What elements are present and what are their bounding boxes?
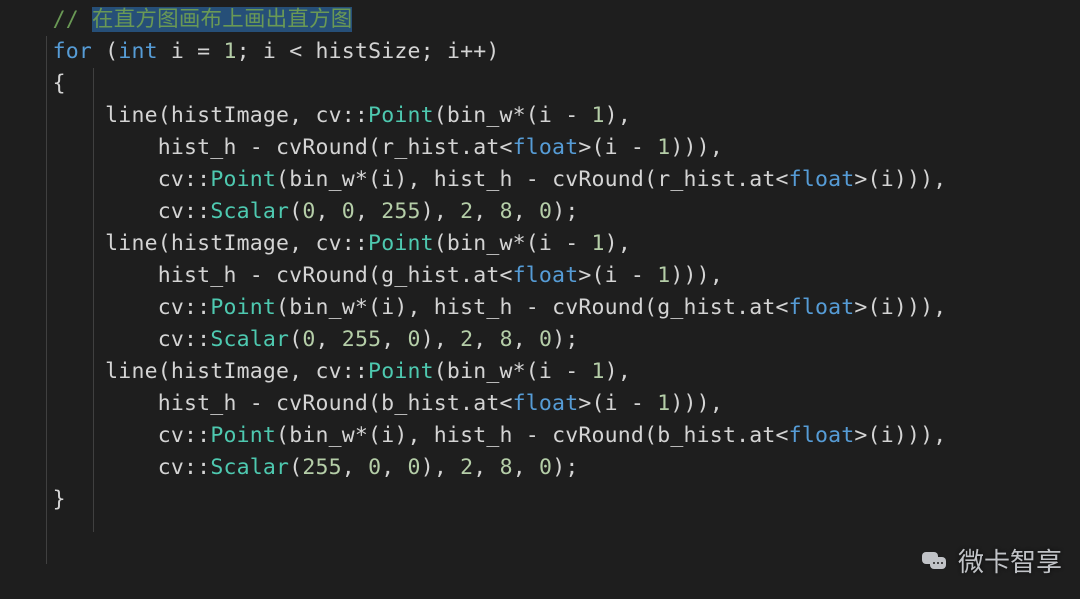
watermark-text: 微卡智享: [958, 542, 1062, 579]
code-block: // 在直方图画布上画出直方图 for (int i = 1; i < hist…: [0, 0, 1080, 516]
indent-guide: [46, 36, 47, 564]
indent-guide: [93, 68, 94, 532]
watermark: 微卡智享: [922, 542, 1062, 579]
selected-text: 在直方图画布上画出直方图: [92, 7, 352, 32]
wechat-icon: [922, 549, 950, 573]
code-editor[interactable]: // 在直方图画布上画出直方图 for (int i = 1; i < hist…: [0, 0, 1080, 599]
